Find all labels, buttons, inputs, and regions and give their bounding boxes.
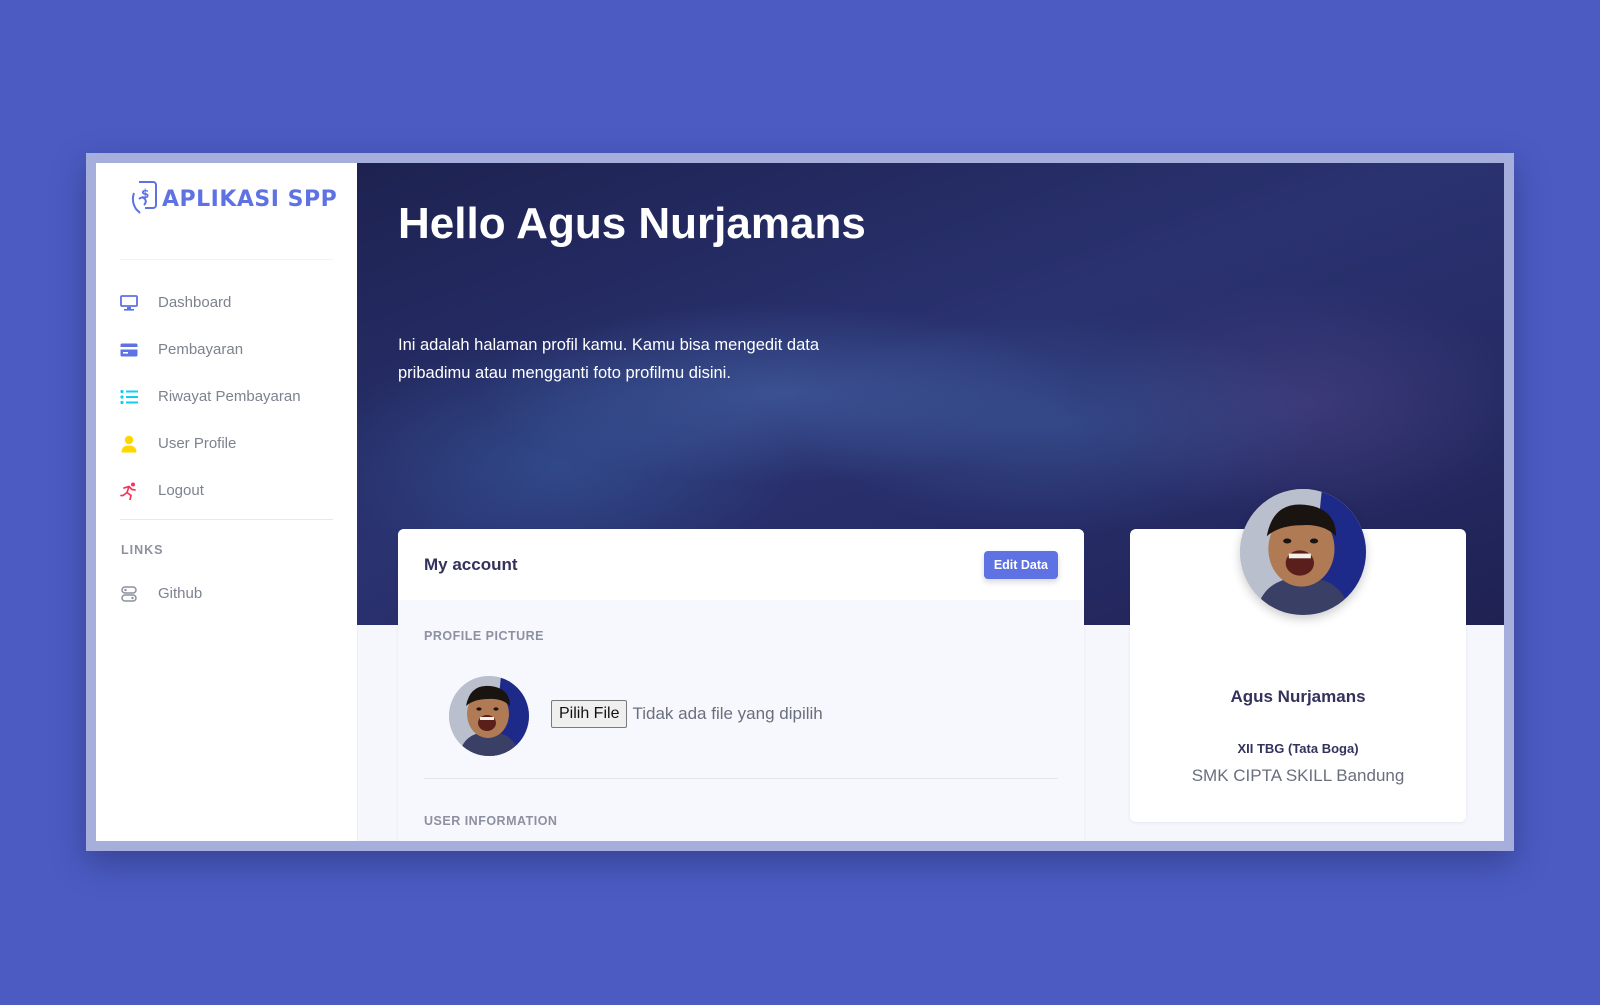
sidebar-item-label: Pembayaran bbox=[158, 341, 244, 358]
credit-card-icon bbox=[120, 341, 138, 359]
running-icon bbox=[120, 482, 138, 500]
github-icon bbox=[120, 585, 138, 603]
divider bbox=[120, 519, 333, 520]
file-upload: Pilih File Tidak ada file yang dipilih bbox=[551, 700, 823, 728]
profile-picture-heading: PROFILE PICTURE bbox=[424, 629, 545, 643]
links-nav: Github bbox=[120, 570, 335, 617]
brand[interactable]: $ APLIKASI SPP bbox=[130, 179, 337, 220]
divider bbox=[120, 259, 333, 260]
choose-file-button[interactable]: Pilih File bbox=[551, 700, 628, 728]
file-status: Tidak ada file yang dipilih bbox=[632, 704, 823, 723]
sidebar-item-label: Github bbox=[158, 585, 203, 602]
brand-logo-icon: $ bbox=[130, 179, 160, 220]
app-window: $ APLIKASI SPP Dashboard Pembayaran Riwa… bbox=[96, 163, 1504, 841]
screenshot-frame: $ APLIKASI SPP Dashboard Pembayaran Riwa… bbox=[86, 153, 1514, 851]
account-card: My account Edit Data PROFILE PICTURE Pil… bbox=[398, 529, 1084, 841]
brand-name: APLIKASI SPP bbox=[162, 187, 338, 212]
sidebar-nav: Dashboard Pembayaran Riwayat Pembayaran bbox=[120, 279, 335, 514]
profile-school: SMK CIPTA SKILL Bandung bbox=[1191, 766, 1405, 785]
divider bbox=[424, 778, 1058, 779]
profile-name: Agus Nurjamans bbox=[1230, 687, 1366, 706]
sidebar-item-label: Logout bbox=[158, 482, 204, 499]
header-description: Ini adalah halaman profil kamu. Kamu bis… bbox=[398, 336, 819, 382]
account-card-title: My account bbox=[424, 554, 518, 574]
sidebar-item-label: Riwayat Pembayaran bbox=[158, 388, 301, 405]
sidebar-item-github[interactable]: Github bbox=[120, 570, 335, 617]
sidebar-item-user-profile[interactable]: User Profile bbox=[120, 420, 335, 467]
sidebar-item-riwayat-pembayaran[interactable]: Riwayat Pembayaran bbox=[120, 373, 335, 420]
profile-avatar bbox=[1240, 489, 1366, 615]
edit-data-button[interactable]: Edit Data bbox=[983, 550, 1058, 579]
sidebar-item-label: Dashboard bbox=[158, 294, 232, 311]
sidebar-item-label: User Profile bbox=[158, 435, 237, 452]
svg-text:$: $ bbox=[141, 187, 149, 201]
user-information-heading: USER INFORMATION bbox=[424, 814, 558, 828]
page-title: Hello Agus Nurjamans bbox=[398, 199, 866, 248]
links-heading: LINKS bbox=[121, 543, 164, 557]
sidebar-item-pembayaran[interactable]: Pembayaran bbox=[120, 326, 335, 373]
sidebar: $ APLIKASI SPP Dashboard Pembayaran Riwa… bbox=[96, 163, 357, 841]
profile-class: XII TBG (Tata Boga) bbox=[1237, 741, 1359, 756]
avatar bbox=[449, 676, 529, 756]
list-icon bbox=[120, 388, 138, 406]
monitor-icon bbox=[120, 294, 138, 312]
account-card-header: My account Edit Data bbox=[398, 529, 1084, 600]
user-icon bbox=[120, 435, 138, 453]
sidebar-item-logout[interactable]: Logout bbox=[120, 467, 335, 514]
sidebar-item-dashboard[interactable]: Dashboard bbox=[120, 279, 335, 326]
